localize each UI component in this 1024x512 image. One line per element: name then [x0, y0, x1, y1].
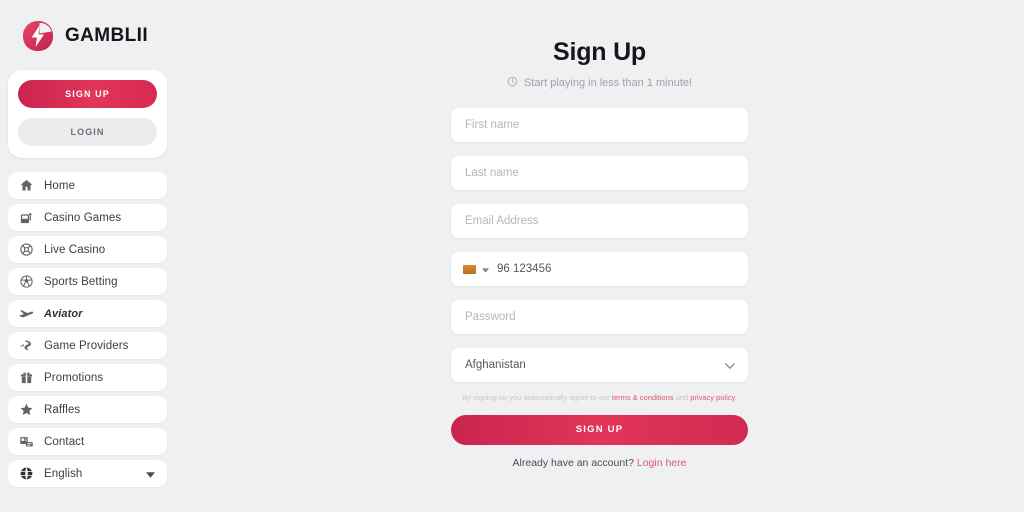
password-input[interactable]	[451, 300, 748, 334]
sidebar-signup-button[interactable]: SIGN UP	[18, 80, 157, 108]
soccer-ball-icon	[18, 274, 34, 290]
sidebar-item-label: Home	[44, 179, 76, 192]
sidebar-item-live-casino[interactable]: Live Casino	[8, 236, 167, 263]
chevron-down-icon[interactable]	[482, 260, 489, 278]
signup-page: GAMBLII SIGN UP LOGIN Home Casino Games …	[0, 0, 1024, 512]
clock-icon	[507, 76, 518, 90]
email-input[interactable]	[451, 204, 748, 238]
brand[interactable]: GAMBLII	[0, 0, 175, 54]
login-prompt: Already have an account? Login here	[451, 457, 748, 469]
privacy-policy-link[interactable]: privacy policy	[690, 393, 734, 402]
page-title: Sign Up	[552, 38, 647, 66]
signup-form: 96 123456 Afghanistan By signing up you …	[451, 108, 748, 469]
page-subtitle-text: Start playing in less than 1 minute!	[523, 77, 693, 89]
globe-icon	[18, 466, 34, 482]
login-prompt-text: Already have an account?	[512, 456, 637, 469]
chevron-down-icon	[146, 465, 155, 483]
gift-icon	[18, 370, 34, 386]
sidebar-login-button[interactable]: LOGIN	[18, 118, 157, 146]
sidebar-item-label: Game Providers	[44, 339, 129, 352]
star-icon	[18, 402, 34, 418]
sidebar-item-aviator[interactable]: Aviator	[8, 300, 167, 327]
sidebar-item-promotions[interactable]: Promotions	[8, 364, 167, 391]
sidebar-item-game-providers[interactable]: Game Providers	[8, 332, 167, 359]
slot-machine-icon	[18, 210, 34, 226]
last-name-input[interactable]	[451, 156, 748, 190]
brand-name: GAMBLII	[65, 25, 149, 46]
sidebar-item-home[interactable]: Home	[8, 172, 167, 199]
signup-submit-button[interactable]: SIGN UP	[451, 414, 748, 445]
airplane-icon	[18, 306, 34, 322]
sidebar-item-label: Live Casino	[44, 243, 106, 256]
terms-prefix: By signing up you automatically agree to…	[462, 393, 612, 402]
language-label: English	[44, 467, 83, 480]
sidebar-nav: Home Casino Games Live Casino Sports Bet…	[0, 172, 175, 487]
providers-icon	[18, 338, 34, 354]
sidebar-item-label: Promotions	[44, 371, 104, 384]
sidebar-item-label: Sports Betting	[44, 275, 118, 288]
country-select[interactable]: Afghanistan	[451, 348, 748, 382]
sidebar-item-label: Raffles	[44, 403, 81, 416]
lightning-bolt-logo	[20, 18, 56, 54]
sidebar-item-sports-betting[interactable]: Sports Betting	[8, 268, 167, 295]
sidebar-item-casino-games[interactable]: Casino Games	[8, 204, 167, 231]
phone-input[interactable]: 96 123456	[451, 252, 748, 286]
sidebar-item-label: Contact	[44, 435, 85, 448]
first-name-input[interactable]	[451, 108, 748, 142]
afghanistan-flag-icon[interactable]	[463, 264, 476, 274]
contact-icon	[18, 434, 34, 450]
terms-conditions-link[interactable]: terms & conditions	[612, 393, 674, 402]
auth-card: SIGN UP LOGIN	[8, 70, 167, 158]
sidebar: GAMBLII SIGN UP LOGIN Home Casino Games …	[0, 0, 175, 512]
terms-text: By signing up you automatically agree to…	[451, 393, 748, 404]
language-selector[interactable]: English	[8, 460, 167, 487]
home-icon	[18, 178, 34, 194]
login-here-link[interactable]: Login here	[637, 457, 687, 469]
page-subtitle: Start playing in less than 1 minute!	[175, 76, 1024, 90]
roulette-icon	[18, 242, 34, 258]
sidebar-item-label: Casino Games	[44, 211, 122, 224]
terms-suffix: .	[734, 393, 737, 402]
sidebar-item-contact[interactable]: Contact	[8, 428, 167, 455]
sidebar-item-raffles[interactable]: Raffles	[8, 396, 167, 423]
main-content: Sign Up Start playing in less than 1 min…	[175, 0, 1024, 512]
country-select-wrap: Afghanistan	[451, 348, 748, 382]
terms-middle: and	[673, 393, 691, 402]
phone-value: 96 123456	[497, 263, 552, 275]
sidebar-item-label: Aviator	[44, 307, 83, 320]
